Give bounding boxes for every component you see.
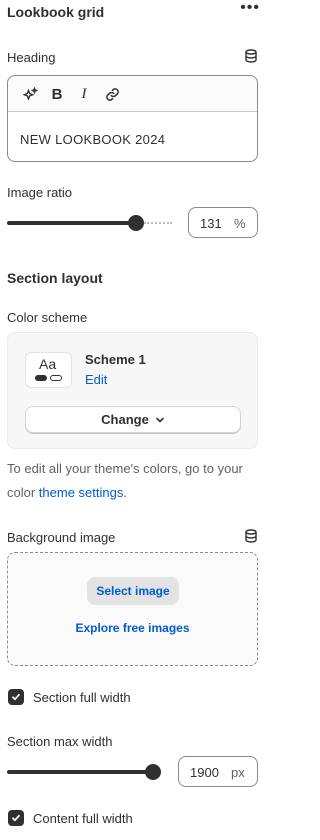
select-image-button[interactable]: Select image [87, 577, 179, 605]
theme-settings-link[interactable]: theme settings [39, 485, 124, 500]
image-ratio-slider-thumb[interactable] [128, 215, 144, 231]
panel-title: Lookbook grid [7, 4, 105, 20]
section-full-width-checkbox[interactable] [8, 689, 24, 705]
italic-button[interactable]: I [75, 85, 93, 103]
sparkle-icon[interactable] [21, 85, 39, 103]
image-ratio-track-empty [144, 222, 172, 224]
scheme-swatch: Aa [25, 352, 72, 388]
bold-button[interactable]: B [48, 85, 66, 103]
scheme-swatch-secondary-pill [50, 375, 62, 381]
content-full-width-label: Content full width [33, 811, 133, 826]
section-max-width-value: 1900 [190, 765, 219, 780]
image-ratio-track-filled [7, 221, 136, 225]
heading-value[interactable]: NEW LOOKBOOK 2024 [20, 132, 165, 147]
background-image-dropzone[interactable]: Select image Explore free images [7, 552, 258, 666]
section-max-width-input[interactable]: 1900 px [178, 756, 258, 787]
dynamic-source-icon[interactable] [244, 529, 258, 546]
scheme-edit-link[interactable]: Edit [85, 372, 107, 387]
section-max-width-track [7, 770, 153, 774]
more-actions-button[interactable]: ••• [240, 0, 260, 17]
checkmark-icon [12, 693, 20, 701]
heading-label: Heading [7, 50, 56, 65]
link-icon[interactable] [103, 85, 121, 103]
color-scheme-label: Color scheme [7, 310, 88, 325]
checkmark-icon [12, 814, 20, 822]
rich-text-toolbar: B I [8, 76, 257, 112]
dynamic-source-icon[interactable] [244, 49, 258, 66]
section-full-width-label: Section full width [33, 690, 131, 705]
section-layout-heading: Section layout [7, 270, 103, 286]
section-max-width-slider-thumb[interactable] [145, 764, 161, 780]
scheme-swatch-primary-pill [35, 375, 47, 381]
theme-colors-help-text: To edit all your theme's colors, go to y… [7, 457, 247, 505]
help-text-suffix: . [123, 485, 127, 500]
image-ratio-input[interactable]: 131 % [188, 207, 258, 238]
background-image-label: Background image [7, 530, 116, 545]
section-max-width-unit: px [231, 765, 245, 780]
change-scheme-button[interactable]: Change [25, 406, 241, 433]
section-max-width-label: Section max width [7, 734, 113, 749]
image-ratio-unit: % [234, 216, 246, 231]
scheme-name: Scheme 1 [85, 352, 146, 367]
chevron-down-icon [156, 417, 164, 422]
heading-rich-text-editor[interactable]: B I NEW LOOKBOOK 2024 [7, 75, 258, 162]
content-full-width-checkbox[interactable] [8, 810, 24, 826]
change-scheme-label: Change [101, 412, 149, 427]
explore-free-images-link[interactable]: Explore free images [8, 621, 257, 635]
color-scheme-card: Aa Scheme 1 Edit Change [7, 332, 258, 449]
scheme-swatch-text: Aa [39, 356, 57, 372]
image-ratio-label: Image ratio [7, 185, 73, 200]
image-ratio-value: 131 [200, 216, 222, 231]
